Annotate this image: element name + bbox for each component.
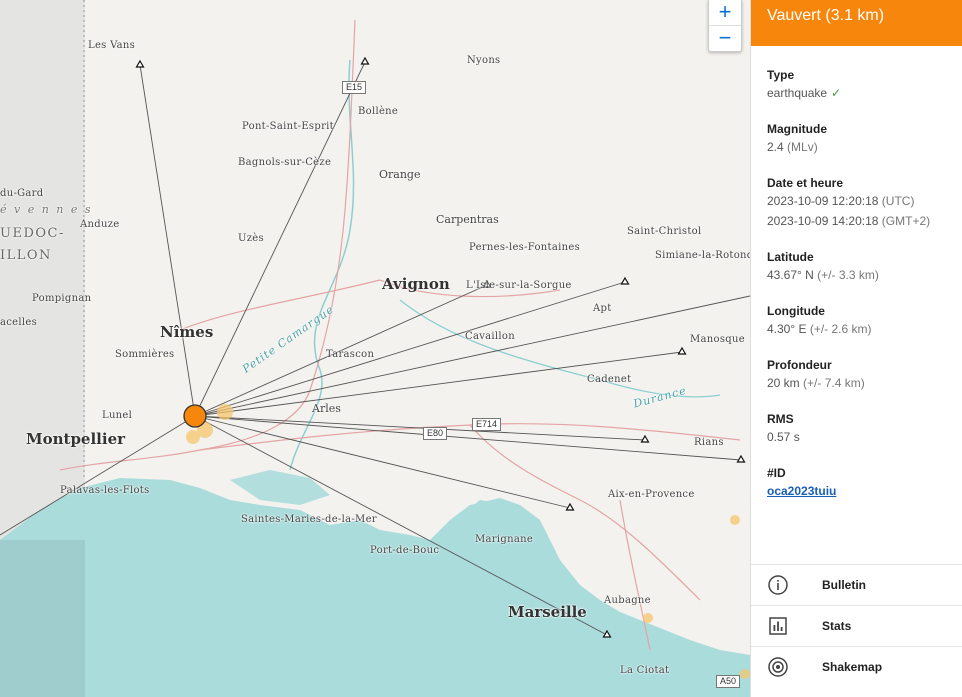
rms-label: RMS (767, 412, 794, 426)
place-arles: Arles (312, 402, 341, 415)
longitude-value: 4.30° E (767, 322, 807, 336)
place-sommieres: Sommières (115, 349, 175, 360)
event-details-panel: Vauvert (3.1 km) Type earthquake ✓ Magnit… (750, 0, 962, 697)
stats-label: Stats (822, 619, 852, 633)
shakemap-label: Shakemap (822, 660, 883, 674)
type-value: earthquake (767, 86, 828, 100)
place-cadenet: Cadenet (587, 374, 632, 385)
zoom-in-button[interactable]: + (709, 0, 741, 25)
longitude-error: (+/- 2.6 km) (809, 322, 872, 336)
shakemap-button[interactable]: Shakemap (751, 646, 962, 687)
road-e15: E15 (342, 81, 367, 94)
place-marignane: Marignane (475, 534, 534, 545)
place-pernes: Pernes-les-Fontaines (469, 242, 580, 253)
camargue-lagoons (230, 470, 330, 505)
map[interactable]: Les Vans Nyons Pont-Saint-Esprit Bollène… (0, 0, 750, 697)
field-latitude: Latitude 43.67° N (+/- 3.3 km) (751, 250, 962, 282)
place-aubagne: Aubagne (604, 595, 651, 606)
place-marseille: Marseille (508, 603, 587, 621)
zoom-control: + − (708, 0, 742, 52)
place-saintes-maries: Saintes-Maries-de-la-Mer (241, 514, 377, 525)
place-la-ciotat: La Ciotat (620, 665, 670, 676)
bar-chart-icon (767, 615, 789, 637)
latitude-error: (+/- 3.3 km) (817, 268, 879, 282)
depth-value: 20 km (767, 376, 800, 390)
latitude-value: 43.67° N (767, 268, 814, 282)
bulletin-button[interactable]: Bulletin (751, 564, 962, 605)
panel-header: Vauvert (3.1 km) (751, 0, 962, 46)
sea-shade (0, 540, 85, 697)
id-label: #ID (767, 466, 786, 480)
event-id-link[interactable]: oca2023tuiu (767, 484, 836, 498)
place-bagnols: Bagnols-sur-Cèze (238, 157, 332, 168)
place-bollene: Bollène (358, 106, 399, 117)
zoom-out-button[interactable]: − (709, 25, 741, 51)
target-icon (767, 656, 789, 678)
bulletin-label: Bulletin (822, 578, 866, 592)
magnitude-label: Magnitude (767, 122, 827, 136)
check-icon: ✓ (831, 86, 842, 100)
place-manosque: Manosque (690, 334, 745, 345)
place-simiane: Simiane-la-Rotond (655, 250, 750, 261)
stats-button[interactable]: Stats (751, 605, 962, 646)
field-date: Date et heure 2023-10-09 12:20:18 (UTC) … (751, 176, 962, 228)
place-palavas: Palavas-les-Flots (60, 485, 150, 496)
epicenter-marker[interactable] (183, 404, 207, 428)
region-languedoc: UEDOC- (0, 226, 65, 241)
depth-label: Profondeur (767, 358, 832, 372)
magnitude-value: 2.4 (767, 140, 784, 154)
field-id: #ID oca2023tuiu (751, 466, 962, 498)
road-e80: E80 (423, 427, 448, 440)
place-carpentras: Carpentras (436, 213, 499, 226)
place-pompignan: Pompignan (32, 293, 92, 304)
date-label: Date et heure (767, 176, 844, 190)
place-aix: Aix-en-Provence (608, 489, 695, 500)
road-e714: E714 (472, 418, 502, 431)
place-du-gard: du-Gard (0, 188, 44, 199)
place-les-vans: Les Vans (88, 40, 136, 51)
region-cevennes: é v e n n e s (0, 203, 93, 216)
latitude-label: Latitude (767, 250, 814, 264)
place-port-de-bouc: Port-de-Bouc (370, 545, 440, 556)
panel-actions: Bulletin Stats Shakemap (751, 564, 962, 687)
place-lunel: Lunel (102, 410, 133, 421)
type-label: Type (767, 68, 795, 82)
region-roussillon: ILLON (0, 248, 52, 263)
road-a50: A50 (716, 675, 741, 688)
place-anduze: Anduze (80, 219, 120, 230)
info-icon (767, 574, 789, 596)
field-longitude: Longitude 4.30° E (+/- 2.6 km) (751, 304, 962, 336)
place-vacelles: acelles (0, 317, 38, 328)
place-nyons: Nyons (467, 55, 501, 66)
place-orange: Orange (379, 168, 421, 181)
place-avignon: Avignon (382, 275, 450, 293)
place-cavaillon: Cavaillon (465, 331, 515, 342)
place-saint-christol: Saint-Christol (627, 226, 702, 237)
place-nimes: Nîmes (160, 323, 214, 341)
date-utc: 2023-10-09 12:20:18 (767, 194, 879, 208)
field-depth: Profondeur 20 km (+/- 7.4 km) (751, 358, 962, 390)
place-isle-sorgue: L'Isle-sur-la-Sorgue (466, 280, 572, 291)
longitude-label: Longitude (767, 304, 825, 318)
place-montpellier: Montpellier (26, 430, 126, 448)
place-tarascon: Tarascon (326, 349, 375, 360)
magnitude-unit: (MLv) (787, 140, 818, 154)
date-local: 2023-10-09 14:20:18 (767, 214, 879, 228)
depth-error: (+/- 7.4 km) (803, 376, 865, 390)
date-utc-tz: (UTC) (881, 194, 915, 208)
place-rians: Rians (694, 437, 724, 448)
date-local-tz: (GMT+2) (881, 214, 931, 228)
field-type: Type earthquake ✓ (751, 68, 962, 100)
field-rms: RMS 0.57 s (751, 412, 962, 444)
place-uzes: Uzès (238, 233, 264, 244)
field-magnitude: Magnitude 2.4 (MLv) (751, 122, 962, 154)
map-canvas (0, 0, 750, 697)
place-pont-saint-esprit: Pont-Saint-Esprit (242, 121, 334, 132)
rms-value: 0.57 s (767, 430, 800, 444)
place-apt: Apt (593, 303, 612, 314)
